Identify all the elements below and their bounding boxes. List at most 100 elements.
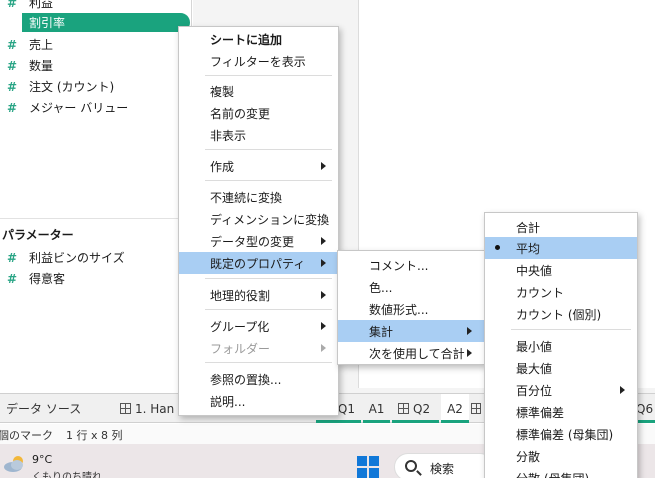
sheet-icon <box>120 403 131 414</box>
tab-sheet-1[interactable]: 1. Han <box>120 394 180 423</box>
aggregation-submenu: 合計 平均 中央値 カウント カウント (個別) 最小値 最大値 百分位 標準偏… <box>484 212 638 478</box>
tab-label: Q1 <box>337 401 355 416</box>
param-label: 利益ビンのサイズ <box>29 251 125 265</box>
submenu-arrow-icon <box>321 322 326 330</box>
menu-convert-discrete[interactable]: 不連続に変換 <box>179 186 338 208</box>
field-discount[interactable]: # 割引率 <box>0 12 192 33</box>
menu-replace-references[interactable]: 参照の置換... <box>179 368 338 390</box>
tab-label: 1. Han <box>135 401 175 416</box>
tab-q2[interactable]: Q2 <box>392 394 439 423</box>
field-label: 割引率 <box>29 16 66 30</box>
menu-separator <box>205 309 332 310</box>
param-profit-bin-size[interactable]: # 利益ビンのサイズ <box>0 247 192 268</box>
menu-total-using[interactable]: 次を使用して合計 <box>338 342 484 364</box>
menu-create[interactable]: 作成 <box>179 155 338 177</box>
field-label: 注文 (カウント) <box>29 80 115 94</box>
menu-folder: フォルダー <box>179 337 338 359</box>
data-pane: # 利益 # 割引率 # 売上 # 数量 # 注文 (カウント) # メジャー … <box>0 0 192 393</box>
temperature: 9°C <box>32 453 53 466</box>
tab-label: A1 <box>368 401 385 416</box>
field-measure-values[interactable]: # メジャー バリュー <box>0 97 192 118</box>
tab-label: Q2 <box>413 401 431 416</box>
submenu-arrow-icon <box>467 349 472 357</box>
menu-separator <box>205 180 332 181</box>
tab-label: A2 <box>447 401 463 416</box>
measure-icon: # <box>7 79 18 94</box>
menu-describe[interactable]: 説明... <box>179 390 338 412</box>
submenu-arrow-icon <box>321 259 326 267</box>
field-sales[interactable]: # 売上 <box>0 34 192 55</box>
menu-aggregation[interactable]: 集計 <box>338 320 484 342</box>
agg-variance-population[interactable]: 分散 (母集団) <box>485 467 637 478</box>
cloudy-sun-icon[interactable] <box>3 455 27 473</box>
agg-max[interactable]: 最大値 <box>485 357 637 379</box>
sheet-icon <box>398 403 409 414</box>
measure-icon: # <box>7 58 18 73</box>
tab-q6[interactable]: Q6 <box>636 394 655 423</box>
taskbar-search[interactable]: 検索 <box>394 453 494 478</box>
search-icon <box>405 460 417 472</box>
parameters-title: パラメーター <box>2 228 74 242</box>
default-properties-submenu: コメント... 色... 数値形式... 集計 次を使用して合計 <box>337 250 485 365</box>
submenu-arrow-icon <box>321 162 326 170</box>
menu-separator <box>205 278 332 279</box>
param-top-customers[interactable]: # 得意客 <box>0 268 192 289</box>
menu-separator <box>511 329 631 330</box>
menu-add-to-sheet[interactable]: シートに追加 <box>179 28 338 50</box>
menu-geographic-role[interactable]: 地理的役割 <box>179 284 338 306</box>
menu-change-data-type[interactable]: データ型の変更 <box>179 230 338 252</box>
agg-count[interactable]: カウント <box>485 281 637 303</box>
tab-a1[interactable]: A1 <box>363 394 390 423</box>
submenu-arrow-icon <box>321 237 326 245</box>
agg-variance[interactable]: 分散 <box>485 445 637 467</box>
measure-icon: # <box>7 15 18 30</box>
field-label: メジャー バリュー <box>29 101 129 115</box>
sheet-icon <box>471 403 481 414</box>
menu-hide[interactable]: 非表示 <box>179 124 338 146</box>
menu-comment[interactable]: コメント... <box>338 254 484 276</box>
field-label: 利益 <box>29 0 54 10</box>
menu-group[interactable]: グループ化 <box>179 315 338 337</box>
param-label: 得意客 <box>29 272 66 286</box>
agg-min[interactable]: 最小値 <box>485 335 637 357</box>
menu-convert-dimension[interactable]: ディメンションに変換 <box>179 208 338 230</box>
field-context-menu: シートに追加 フィルターを表示 複製 名前の変更 非表示 作成 不連続に変換 デ… <box>178 26 339 416</box>
agg-median[interactable]: 中央値 <box>485 259 637 281</box>
submenu-arrow-icon <box>321 291 326 299</box>
marks-count: 個のマーク <box>0 429 53 442</box>
menu-separator <box>205 75 332 76</box>
menu-separator <box>205 149 332 150</box>
rows-columns: 1 行 x 8 列 <box>66 429 123 442</box>
weather-condition: くもりのち晴れ <box>32 472 102 478</box>
pane-divider <box>0 218 192 219</box>
submenu-arrow-icon <box>321 344 326 352</box>
agg-sum[interactable]: 合計 <box>485 216 637 238</box>
parameter-icon: # <box>7 271 18 286</box>
selected-bullet-icon <box>495 245 500 250</box>
menu-color[interactable]: 色... <box>338 276 484 298</box>
menu-number-format[interactable]: 数値形式... <box>338 298 484 320</box>
submenu-arrow-icon <box>467 327 472 335</box>
field-quantity[interactable]: # 数量 <box>0 55 192 76</box>
menu-rename[interactable]: 名前の変更 <box>179 102 338 124</box>
menu-show-filter[interactable]: フィルターを表示 <box>179 50 338 72</box>
field-label: 数量 <box>29 59 54 73</box>
menu-duplicate[interactable]: 複製 <box>179 80 338 102</box>
parameter-icon: # <box>7 250 18 265</box>
menu-default-properties[interactable]: 既定のプロパティ <box>179 252 338 274</box>
agg-average[interactable]: 平均 <box>485 237 637 259</box>
field-label: 売上 <box>29 38 54 52</box>
measure-icon: # <box>7 37 18 52</box>
field-order-count[interactable]: # 注文 (カウント) <box>0 76 192 97</box>
tab-a2[interactable]: A2 <box>441 394 469 423</box>
tab-label: Q6 <box>636 401 654 416</box>
menu-separator <box>205 362 332 363</box>
agg-stdev-population[interactable]: 標準偏差 (母集団) <box>485 423 637 445</box>
agg-count-distinct[interactable]: カウント (個別) <box>485 303 637 325</box>
tab-data-source[interactable]: データ ソース <box>6 394 106 423</box>
windows-start-icon[interactable] <box>357 456 379 478</box>
measure-icon: # <box>7 0 18 10</box>
agg-percentile[interactable]: 百分位 <box>485 379 637 401</box>
tab-next[interactable] <box>471 394 485 423</box>
agg-stdev[interactable]: 標準偏差 <box>485 401 637 423</box>
